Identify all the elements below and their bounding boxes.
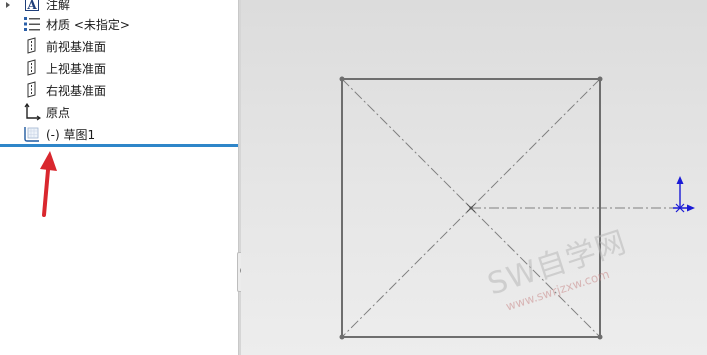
sketch-point[interactable] (597, 334, 603, 340)
solidworks-window: A 注解 材质 <未指定> 前视基准面 上视基准面 右视基准面 原点 (-) 草… (0, 0, 707, 355)
tree-item-label: 原点 (46, 105, 71, 120)
feature-manager-tree: A 注解 材质 <未指定> 前视基准面 上视基准面 右视基准面 原点 (-) 草… (0, 0, 238, 355)
sketch-point[interactable] (339, 334, 345, 340)
tree-item-origin[interactable]: 原点 (22, 102, 70, 122)
origin-axes-icon (673, 176, 695, 213)
sketch-point[interactable] (597, 76, 603, 82)
expand-arrow-icon[interactable] (6, 2, 10, 8)
sketch-canvas[interactable]: SW自学网 www.swrjzxw.com (241, 0, 707, 355)
tree-item-label: 上视基准面 (46, 61, 107, 76)
red-arrow-icon (40, 151, 57, 217)
tree-item-label: 注解 (46, 0, 71, 12)
plane-icon (22, 36, 42, 56)
tree-item-label: 前视基准面 (46, 39, 107, 54)
tree-item-label: 材质 <未指定> (46, 17, 130, 32)
tree-item-right-plane[interactable]: 右视基准面 (22, 80, 106, 100)
origin-icon (22, 102, 42, 122)
plane-icon (22, 80, 42, 100)
watermark: SW自学网 www.swrjzxw.com (483, 225, 631, 314)
tree-item-top-plane[interactable]: 上视基准面 (22, 58, 106, 78)
graphics-area[interactable]: SW自学网 www.swrjzxw.com (241, 0, 707, 355)
tree-item-front-plane[interactable]: 前视基准面 (22, 36, 106, 56)
tree-item-sketch1[interactable]: (-) 草图1 (22, 124, 95, 144)
tree-item-label: (-) 草图1 (46, 127, 96, 142)
tree-item-material[interactable]: 材质 <未指定> (22, 14, 130, 34)
tree-item-annotations[interactable]: A 注解 (6, 0, 71, 14)
sketch-point[interactable] (339, 76, 345, 82)
sketch-icon (22, 124, 42, 144)
plane-icon (22, 58, 42, 78)
material-icon (22, 14, 42, 34)
tree-item-label: 右视基准面 (46, 83, 107, 98)
svg-text:A: A (26, 0, 37, 12)
annotation-icon: A (22, 0, 42, 14)
